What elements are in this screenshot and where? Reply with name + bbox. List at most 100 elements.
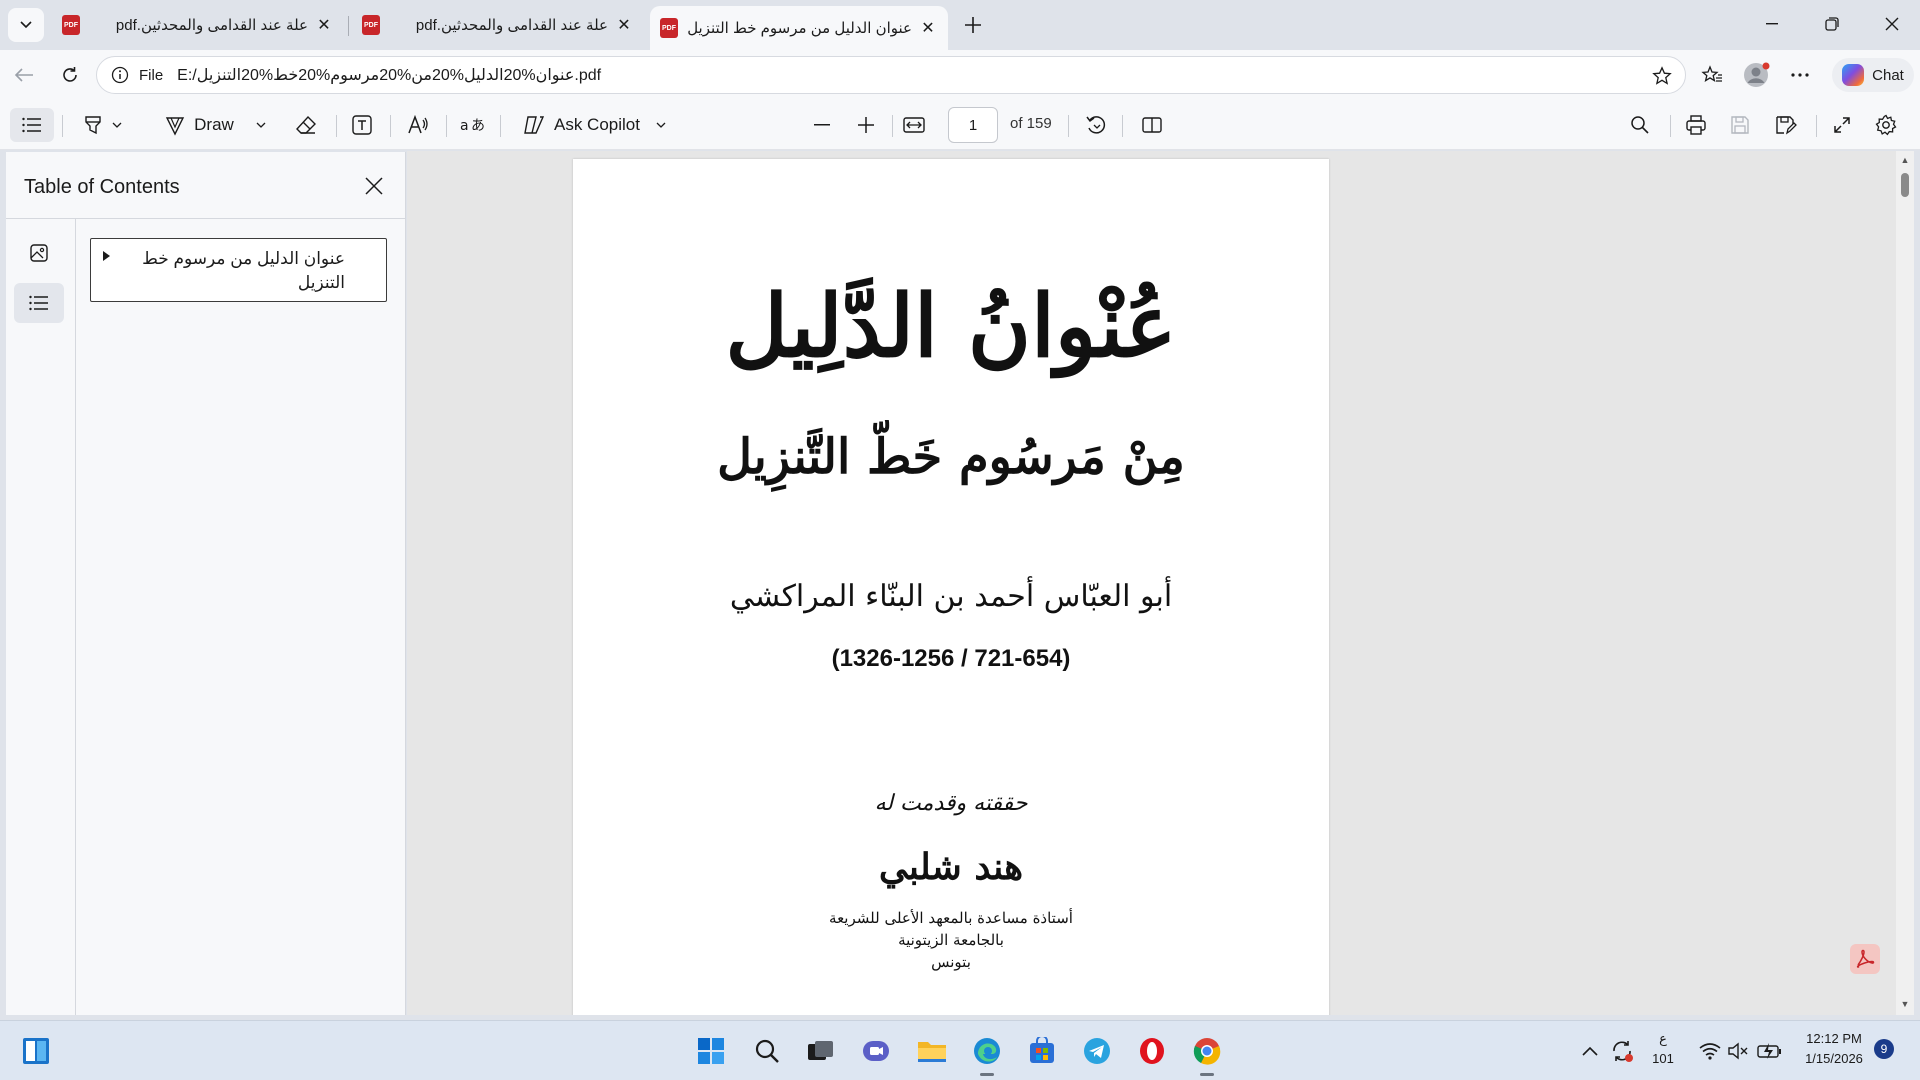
- keyboard-layout-label[interactable]: 101: [1648, 1051, 1678, 1066]
- scroll-thumb[interactable]: [1901, 173, 1909, 197]
- search-icon: [755, 1039, 779, 1063]
- highlight-button[interactable]: [72, 108, 132, 142]
- pdf-page: عُنْوانُ الدَّلِيل مِنْ مَرسُوم خَطّ الت…: [573, 159, 1329, 1015]
- back-button[interactable]: [6, 58, 42, 92]
- refresh-button[interactable]: [52, 58, 88, 92]
- search-button[interactable]: [1622, 108, 1658, 142]
- telegram-button[interactable]: [1081, 1035, 1113, 1067]
- pdf-settings-button[interactable]: [1868, 108, 1904, 142]
- close-tab-icon[interactable]: ✕: [918, 18, 938, 38]
- minus-icon: [814, 124, 830, 126]
- close-tab-icon[interactable]: ✕: [314, 15, 334, 35]
- refresh-icon: [63, 67, 77, 82]
- url-text[interactable]: E:/عنوان%20الدليل%20من%20مرسوم%20خط%20ال…: [177, 65, 601, 85]
- close-panel-button[interactable]: [358, 170, 390, 202]
- address-bar[interactable]: File E:/عنوان%20الدليل%20من%20مرسوم%20خط…: [96, 56, 1686, 94]
- tab-1[interactable]: PDF علة عند القدامى والمحدثين.pdf ✕: [52, 6, 344, 44]
- teams-meet-button[interactable]: [860, 1035, 892, 1067]
- table-of-contents-button[interactable]: [10, 108, 54, 142]
- volume-muted-icon[interactable]: [1722, 1035, 1754, 1067]
- vertical-scrollbar[interactable]: ▲ ▼: [1896, 151, 1914, 1015]
- save-as-icon: [1776, 116, 1797, 135]
- tab-actions-menu-button[interactable]: [8, 8, 44, 42]
- more-icon: [1791, 73, 1809, 77]
- new-tab-button[interactable]: [958, 10, 988, 40]
- editor-credit: حققته وقدمت له: [874, 791, 1028, 816]
- rotate-button[interactable]: [1078, 108, 1114, 142]
- ask-copilot-button[interactable]: Ask Copilot: [516, 108, 672, 142]
- search-taskbar-button[interactable]: [751, 1035, 783, 1067]
- panel-rail: [6, 219, 76, 1015]
- favorites-button[interactable]: [1694, 58, 1730, 92]
- chrome-icon: [1193, 1038, 1221, 1065]
- favorite-star-icon[interactable]: [1647, 61, 1677, 91]
- pdf-toolbar: Draw aあ Ask Copilot 1 of 159: [0, 100, 1920, 150]
- telegram-icon: [1084, 1038, 1110, 1064]
- input-language-label[interactable]: ع: [1650, 1031, 1676, 1047]
- page-number-input[interactable]: 1: [948, 107, 998, 143]
- start-button[interactable]: [695, 1035, 727, 1067]
- favorites-icon: [1701, 65, 1722, 82]
- erase-button[interactable]: [288, 108, 324, 142]
- sync-status-icon[interactable]: [1606, 1035, 1638, 1067]
- page-count-label: of 159: [1010, 115, 1052, 132]
- clock-date[interactable]: 1/15/2026: [1796, 1051, 1872, 1066]
- scroll-down-arrow-icon[interactable]: ▼: [1900, 999, 1910, 1009]
- fullscreen-button[interactable]: [1824, 108, 1860, 142]
- translate-icon: aあ: [460, 118, 484, 134]
- document-subtitle: مِنْ مَرسُوم خَطّ التَّنزِيل: [717, 429, 1185, 485]
- expand-triangle-icon[interactable]: [103, 251, 110, 261]
- draw-button[interactable]: Draw: [156, 108, 274, 142]
- tab-2[interactable]: PDF علة عند القدامى والمحدثين.pdf ✕: [352, 6, 644, 44]
- toolbar-divider: [1670, 115, 1671, 137]
- thumbnails-button[interactable]: [14, 233, 64, 273]
- show-hidden-icons-button[interactable]: [1574, 1035, 1606, 1067]
- file-explorer-button[interactable]: [916, 1035, 948, 1067]
- zoom-out-button[interactable]: [804, 108, 840, 142]
- close-window-button[interactable]: [1864, 0, 1920, 48]
- settings-more-button[interactable]: [1782, 58, 1818, 92]
- page-view-button[interactable]: [1134, 108, 1170, 142]
- address-bar-row: File E:/عنوان%20الدليل%20من%20مرسوم%20خط…: [0, 50, 1920, 100]
- list-icon: [22, 117, 41, 133]
- info-icon[interactable]: [105, 66, 135, 84]
- toc-item[interactable]: عنوان الدليل من مرسوم خط التنزيل: [90, 238, 387, 302]
- fit-to-width-button[interactable]: [896, 108, 932, 142]
- tab-3-active[interactable]: PDF عنوان الدليل من مرسوم خط التنزيل.pdf…: [650, 6, 948, 50]
- video-chat-icon: [863, 1041, 889, 1061]
- active-app-indicator: [1200, 1073, 1214, 1076]
- scroll-up-arrow-icon[interactable]: ▲: [1900, 155, 1910, 165]
- add-text-button[interactable]: [344, 108, 380, 142]
- read-aloud-button[interactable]: [400, 108, 436, 142]
- document-author: أبو العبّاس أحمد بن البنّاء المراكشي: [729, 579, 1173, 614]
- store-button[interactable]: [1026, 1035, 1058, 1067]
- start-windows-icon[interactable]: [20, 1035, 52, 1067]
- notification-count-badge[interactable]: 9: [1874, 1039, 1894, 1059]
- chat-label: Chat: [1872, 66, 1904, 84]
- editor-affiliation-2: بالجامعة الزيتونية: [898, 931, 1004, 949]
- translate-button[interactable]: aあ: [454, 108, 490, 142]
- task-view-button[interactable]: [805, 1035, 837, 1067]
- save-as-button[interactable]: [1768, 108, 1804, 142]
- battery-charging-icon[interactable]: [1754, 1035, 1786, 1067]
- minimize-button[interactable]: [1744, 0, 1800, 48]
- opera-button[interactable]: [1136, 1035, 1168, 1067]
- windows-logo-icon: [698, 1038, 724, 1064]
- rotate-icon: [1086, 116, 1106, 134]
- copilot-chat-button[interactable]: Chat: [1832, 58, 1914, 92]
- contents-list-button[interactable]: [14, 283, 64, 323]
- print-button[interactable]: [1678, 108, 1714, 142]
- zoom-in-button[interactable]: [848, 108, 884, 142]
- chrome-button[interactable]: [1191, 1035, 1223, 1067]
- expand-icon: [1834, 117, 1850, 133]
- chevron-down-icon: [112, 122, 122, 128]
- restore-button[interactable]: [1804, 0, 1860, 48]
- save-button[interactable]: [1722, 108, 1758, 142]
- acrobat-icon[interactable]: [1850, 944, 1880, 974]
- edge-browser-button[interactable]: [971, 1035, 1003, 1067]
- toolbar-divider: [1816, 115, 1817, 137]
- clock-time[interactable]: 12:12 PM: [1796, 1031, 1872, 1046]
- close-tab-icon[interactable]: ✕: [614, 15, 634, 35]
- profile-button[interactable]: [1738, 58, 1774, 92]
- plus-icon: [858, 117, 874, 133]
